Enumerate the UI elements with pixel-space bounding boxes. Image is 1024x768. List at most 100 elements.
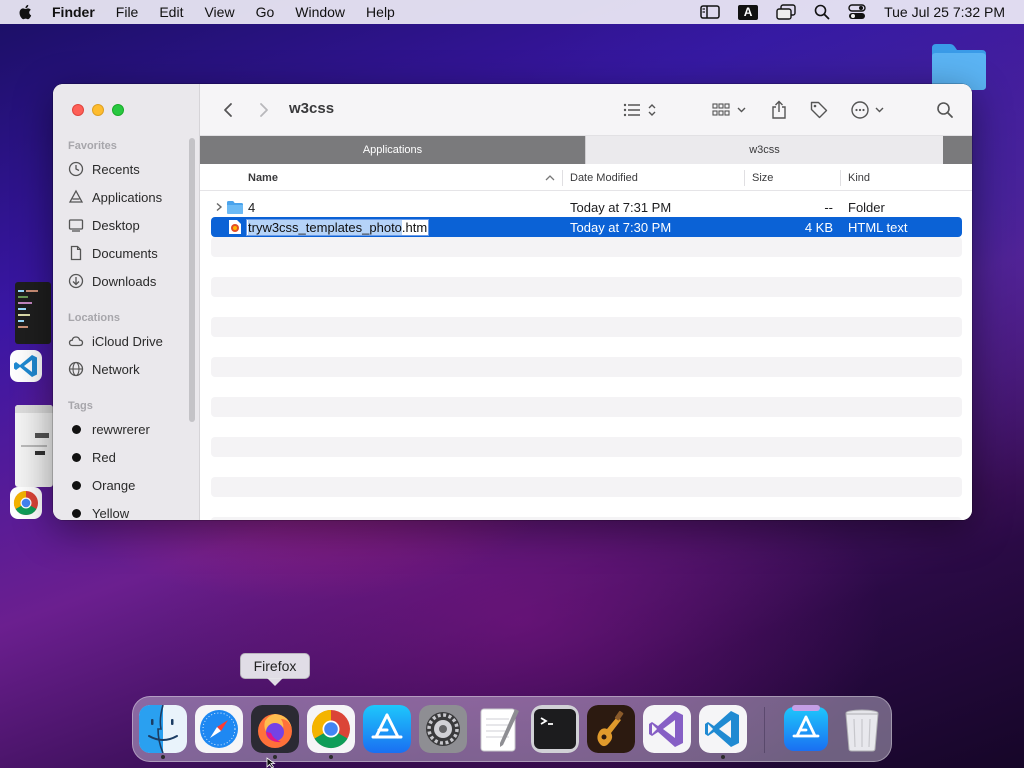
finder-main: w3css Applications w3css Name Date Modif… xyxy=(200,84,972,520)
column-header-date-modified[interactable]: Date Modified xyxy=(564,164,744,191)
sidebar-tag-red[interactable]: Red xyxy=(68,446,116,468)
menu-view[interactable]: View xyxy=(204,4,234,20)
control-center-icon[interactable] xyxy=(848,4,866,20)
running-indicator xyxy=(161,755,165,759)
ellipsis-circle-icon xyxy=(851,101,884,119)
file-list: 4 Today at 7:31 PM -- Folder tryw3css_te… xyxy=(200,191,972,520)
new-tab-area[interactable] xyxy=(943,136,972,164)
trash-dock-icon[interactable] xyxy=(838,705,886,753)
garageband-dock-icon[interactable] xyxy=(587,705,635,753)
sidebar-status-icon[interactable] xyxy=(700,5,720,19)
back-button[interactable] xyxy=(218,98,238,122)
system-settings-dock-icon[interactable] xyxy=(419,705,467,753)
menu-edit[interactable]: Edit xyxy=(159,4,183,20)
sidebar-section-favorites: Favorites xyxy=(68,140,117,152)
column-header-size[interactable]: Size xyxy=(746,164,838,191)
firefox-dock-icon[interactable] xyxy=(251,705,299,753)
sidebar-item-documents[interactable]: Documents xyxy=(68,242,158,264)
disclosure-chevron-icon[interactable] xyxy=(214,197,224,217)
forward-button[interactable] xyxy=(254,98,274,122)
tab-label: Applications xyxy=(362,144,423,156)
tag-dot-icon xyxy=(72,480,81,490)
cloud-icon xyxy=(68,333,84,349)
search-icon xyxy=(937,102,953,118)
sidebar-item-desktop[interactable]: Desktop xyxy=(68,214,140,236)
sort-ascending-icon xyxy=(545,175,555,181)
vscode-stage-icon[interactable] xyxy=(10,350,42,382)
sidebar-item-downloads[interactable]: Downloads xyxy=(68,270,156,292)
input-source-icon[interactable]: A xyxy=(738,4,759,20)
screen-mirroring-icon[interactable] xyxy=(776,4,796,20)
sidebar-item-icloud-drive[interactable]: iCloud Drive xyxy=(68,330,163,352)
chrome-stage-icon[interactable] xyxy=(10,487,42,519)
column-divider[interactable] xyxy=(840,170,841,186)
empty-row xyxy=(211,317,962,337)
column-divider[interactable] xyxy=(744,170,745,186)
list-view-icon xyxy=(623,103,656,117)
menu-clock[interactable]: Tue Jul 25 7:32 PM xyxy=(884,4,1005,20)
column-header-label: Date Modified xyxy=(570,171,638,184)
share-icon xyxy=(772,100,786,119)
minimize-window-button[interactable] xyxy=(92,104,104,116)
stage-thumbnail-browser[interactable] xyxy=(15,405,53,487)
stage-thumbnail-code[interactable] xyxy=(15,282,51,344)
spotlight-search-icon[interactable] xyxy=(814,4,830,20)
tab-w3css[interactable]: w3css xyxy=(585,136,943,164)
tab-label: w3css xyxy=(749,144,780,156)
sidebar-item-label: Desktop xyxy=(92,217,140,233)
view-options-button[interactable] xyxy=(622,98,662,122)
file-kind: HTML text xyxy=(848,219,908,235)
sidebar-scrollbar[interactable] xyxy=(189,138,195,422)
menu-bar: Finder File Edit View Go Window Help A T… xyxy=(0,0,1024,24)
menu-file[interactable]: File xyxy=(116,4,139,20)
rename-input[interactable]: tryw3css_templates_photo .htm xyxy=(246,218,430,236)
app-store-downloads-dock-icon[interactable] xyxy=(782,705,830,753)
sidebar-item-label: iCloud Drive xyxy=(92,333,163,349)
chevron-right-icon xyxy=(260,103,268,117)
tag-dot-icon xyxy=(72,508,81,518)
zoom-window-button[interactable] xyxy=(112,104,124,116)
column-divider[interactable] xyxy=(562,170,563,186)
sidebar-item-recents[interactable]: Recents xyxy=(68,158,140,180)
safari-dock-icon[interactable] xyxy=(195,705,243,753)
finder-toolbar: w3css xyxy=(200,84,972,136)
file-row-selected[interactable]: tryw3css_templates_photo .htm Today at 7:… xyxy=(211,217,962,237)
terminal-dock-icon[interactable] xyxy=(531,705,579,753)
menu-go[interactable]: Go xyxy=(256,4,275,20)
dock-separator xyxy=(764,707,765,753)
tag-button[interactable] xyxy=(808,98,830,122)
textedit-dock-icon[interactable] xyxy=(475,705,523,753)
share-button[interactable] xyxy=(768,98,790,122)
rename-field[interactable]: tryw3css_templates_photo .htm xyxy=(246,217,430,237)
folder-icon xyxy=(226,197,244,217)
file-row-folder[interactable]: 4 Today at 7:31 PM -- Folder xyxy=(211,197,962,217)
tag-dot-icon xyxy=(72,424,81,434)
html-file-icon xyxy=(228,217,242,237)
sidebar-item-network[interactable]: Network xyxy=(68,358,140,380)
column-header-name[interactable]: Name xyxy=(242,164,562,191)
sidebar-tag-rewwrerer[interactable]: rewwrerer xyxy=(68,418,150,440)
sidebar-item-applications[interactable]: Applications xyxy=(68,186,162,208)
close-window-button[interactable] xyxy=(72,104,84,116)
sidebar-item-label: Yellow xyxy=(92,505,130,521)
tooltip-pointer xyxy=(267,678,283,686)
app-store-dock-icon[interactable] xyxy=(363,705,411,753)
file-name: 4 xyxy=(248,199,256,215)
apple-menu-icon[interactable] xyxy=(17,3,35,21)
finder-dock-icon[interactable] xyxy=(139,705,187,753)
tab-applications[interactable]: Applications xyxy=(200,136,585,164)
more-actions-button[interactable] xyxy=(850,98,888,122)
group-button[interactable] xyxy=(712,98,748,122)
finder-tab-bar: Applications w3css xyxy=(200,136,972,164)
sidebar-tag-orange[interactable]: Orange xyxy=(68,474,135,496)
visual-studio-dock-icon[interactable] xyxy=(643,705,691,753)
menu-app-finder[interactable]: Finder xyxy=(52,4,95,20)
chrome-dock-icon[interactable] xyxy=(307,705,355,753)
empty-row xyxy=(211,237,962,257)
sidebar-tag-yellow[interactable]: Yellow xyxy=(68,502,129,520)
search-button[interactable] xyxy=(934,98,956,122)
menu-help[interactable]: Help xyxy=(366,4,395,20)
vscode-dock-icon[interactable] xyxy=(699,705,747,753)
column-header-kind[interactable]: Kind xyxy=(842,164,962,191)
menu-window[interactable]: Window xyxy=(295,4,345,20)
